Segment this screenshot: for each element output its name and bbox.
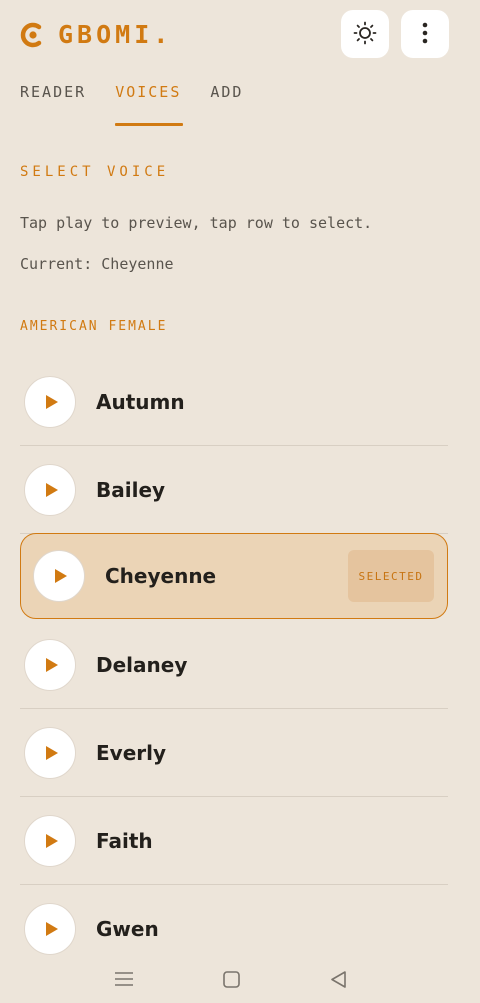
voice-name: Gwen: [96, 917, 159, 941]
help-text: Tap play to preview, tap row to select.: [20, 214, 373, 232]
voice-row-faith[interactable]: Faith: [20, 797, 448, 885]
play-preview-button[interactable]: [24, 375, 76, 428]
play-icon: [46, 922, 58, 936]
play-preview-button[interactable]: [24, 463, 76, 516]
sun-icon: [353, 21, 377, 48]
play-icon: [55, 569, 67, 583]
play-preview-button[interactable]: [24, 638, 76, 691]
voice-name: Autumn: [96, 389, 185, 414]
logo-icon: [20, 22, 44, 48]
play-icon: [46, 745, 58, 760]
app-header: GBOMI.: [0, 0, 480, 68]
voice-name: Faith: [96, 828, 153, 853]
more-vertical-icon: [421, 22, 429, 47]
voice-row-cheyenne[interactable]: Cheyenne SELECTED: [20, 533, 448, 619]
voice-row-bailey[interactable]: Bailey: [20, 446, 448, 534]
selected-badge: SELECTED: [348, 550, 434, 602]
tab-reader[interactable]: READER: [20, 76, 86, 126]
tab-voices[interactable]: VOICES: [115, 76, 184, 126]
play-preview-button[interactable]: [33, 550, 85, 602]
current-voice-text: Current: Cheyenne: [20, 255, 174, 273]
play-preview-button[interactable]: [24, 726, 76, 779]
app-name: GBOMI.: [58, 19, 173, 49]
system-nav-bar: [0, 955, 480, 1003]
home-icon[interactable]: [223, 971, 240, 992]
voice-row-autumn[interactable]: Autumn: [20, 358, 448, 446]
voice-name: Bailey: [96, 477, 166, 502]
play-icon: [46, 482, 58, 497]
section-title: SELECT VOICE: [20, 164, 170, 180]
play-preview-button[interactable]: [24, 903, 76, 955]
voice-group-title: AMERICAN FEMALE: [20, 319, 168, 334]
voice-row-delaney[interactable]: Delaney: [20, 621, 448, 709]
app-logo: GBOMI.: [20, 17, 172, 51]
back-icon[interactable]: [330, 971, 347, 992]
more-options-button[interactable]: [401, 10, 449, 58]
voice-list: Autumn Bailey Cheyenne SELECTED Delaney …: [20, 358, 448, 973]
menu-icon[interactable]: [115, 971, 133, 991]
play-icon: [46, 833, 58, 848]
play-icon: [46, 657, 58, 672]
voice-name: Everly: [96, 740, 167, 765]
tab-add[interactable]: ADD: [210, 76, 243, 126]
voice-name: Cheyenne: [105, 564, 217, 588]
tab-bar: READER VOICES ADD: [20, 76, 272, 126]
play-preview-button[interactable]: [24, 814, 76, 867]
play-icon: [46, 394, 58, 409]
voice-row-everly[interactable]: Everly: [20, 709, 448, 797]
theme-toggle-button[interactable]: [341, 10, 389, 58]
voice-name: Delaney: [96, 652, 188, 677]
